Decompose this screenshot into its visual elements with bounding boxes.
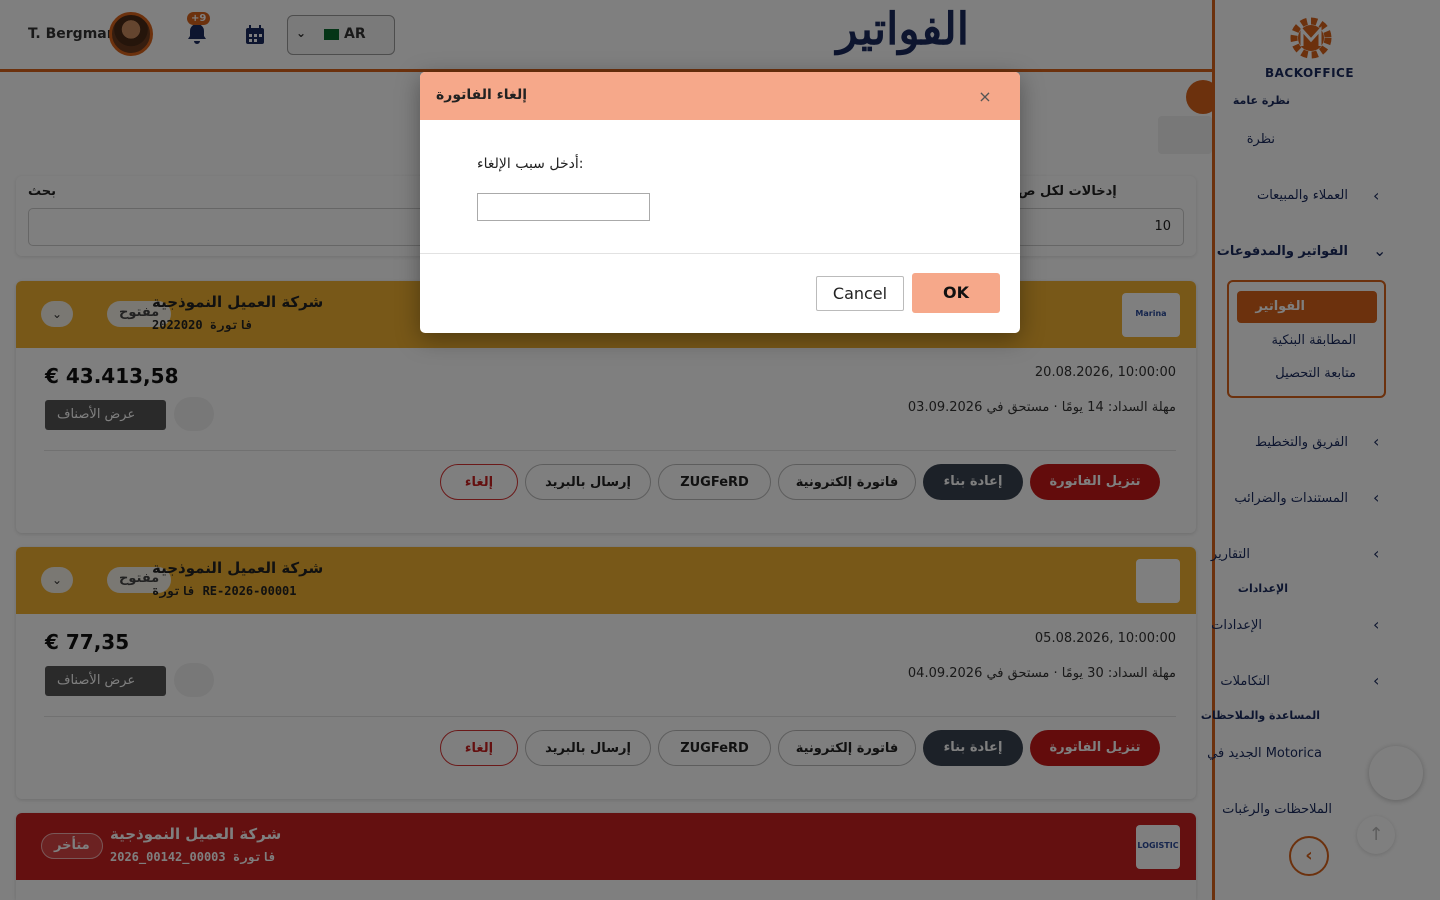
cancel-reason-input[interactable] [477,193,650,221]
cancel-invoice-dialog: إلغاء الفاتورة × أدخل سبب الإلغاء: Cance… [420,72,1020,333]
dialog-title: إلغاء الفاتورة [436,87,527,103]
cancel-reason-label: أدخل سبب الإلغاء: [477,156,584,172]
cancel-button[interactable]: Cancel [816,276,904,311]
ok-button[interactable]: OK [912,273,1000,313]
dialog-divider [420,253,1020,254]
close-icon[interactable]: × [974,86,996,108]
dialog-header: إلغاء الفاتورة × [420,72,1020,120]
